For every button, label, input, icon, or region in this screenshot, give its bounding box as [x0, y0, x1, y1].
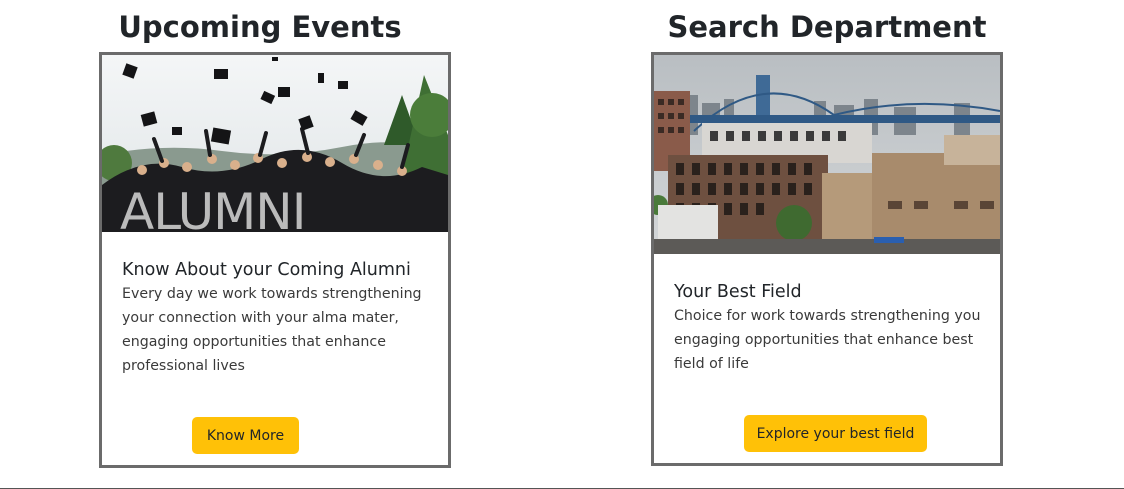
- department-card: Your Best Field Choice for work towards …: [651, 52, 1003, 466]
- department-card-text: Choice for work towards strengthening yo…: [674, 308, 981, 372]
- events-card-body: Know About your Coming Alumni Every day …: [122, 260, 434, 378]
- department-card-body: Your Best Field Choice for work towards …: [674, 282, 986, 376]
- graduation-alumni-image: ALUMNI: [102, 55, 448, 232]
- events-card-text: Every day we work towards strengthening …: [122, 286, 422, 374]
- department-card-title: Your Best Field: [674, 282, 802, 302]
- upcoming-events-heading: Upcoming Events: [118, 10, 402, 44]
- know-more-button[interactable]: Know More: [192, 417, 299, 454]
- events-card-title: Know About your Coming Alumni: [122, 260, 411, 280]
- city-buildings-image: [654, 55, 1000, 254]
- search-department-heading: Search Department: [667, 10, 987, 44]
- alumni-overlay-text: ALUMNI: [120, 183, 306, 232]
- events-card: ALUMNI Know About your Coming Alumni Eve…: [99, 52, 451, 468]
- explore-field-button[interactable]: Explore your best field: [744, 415, 927, 452]
